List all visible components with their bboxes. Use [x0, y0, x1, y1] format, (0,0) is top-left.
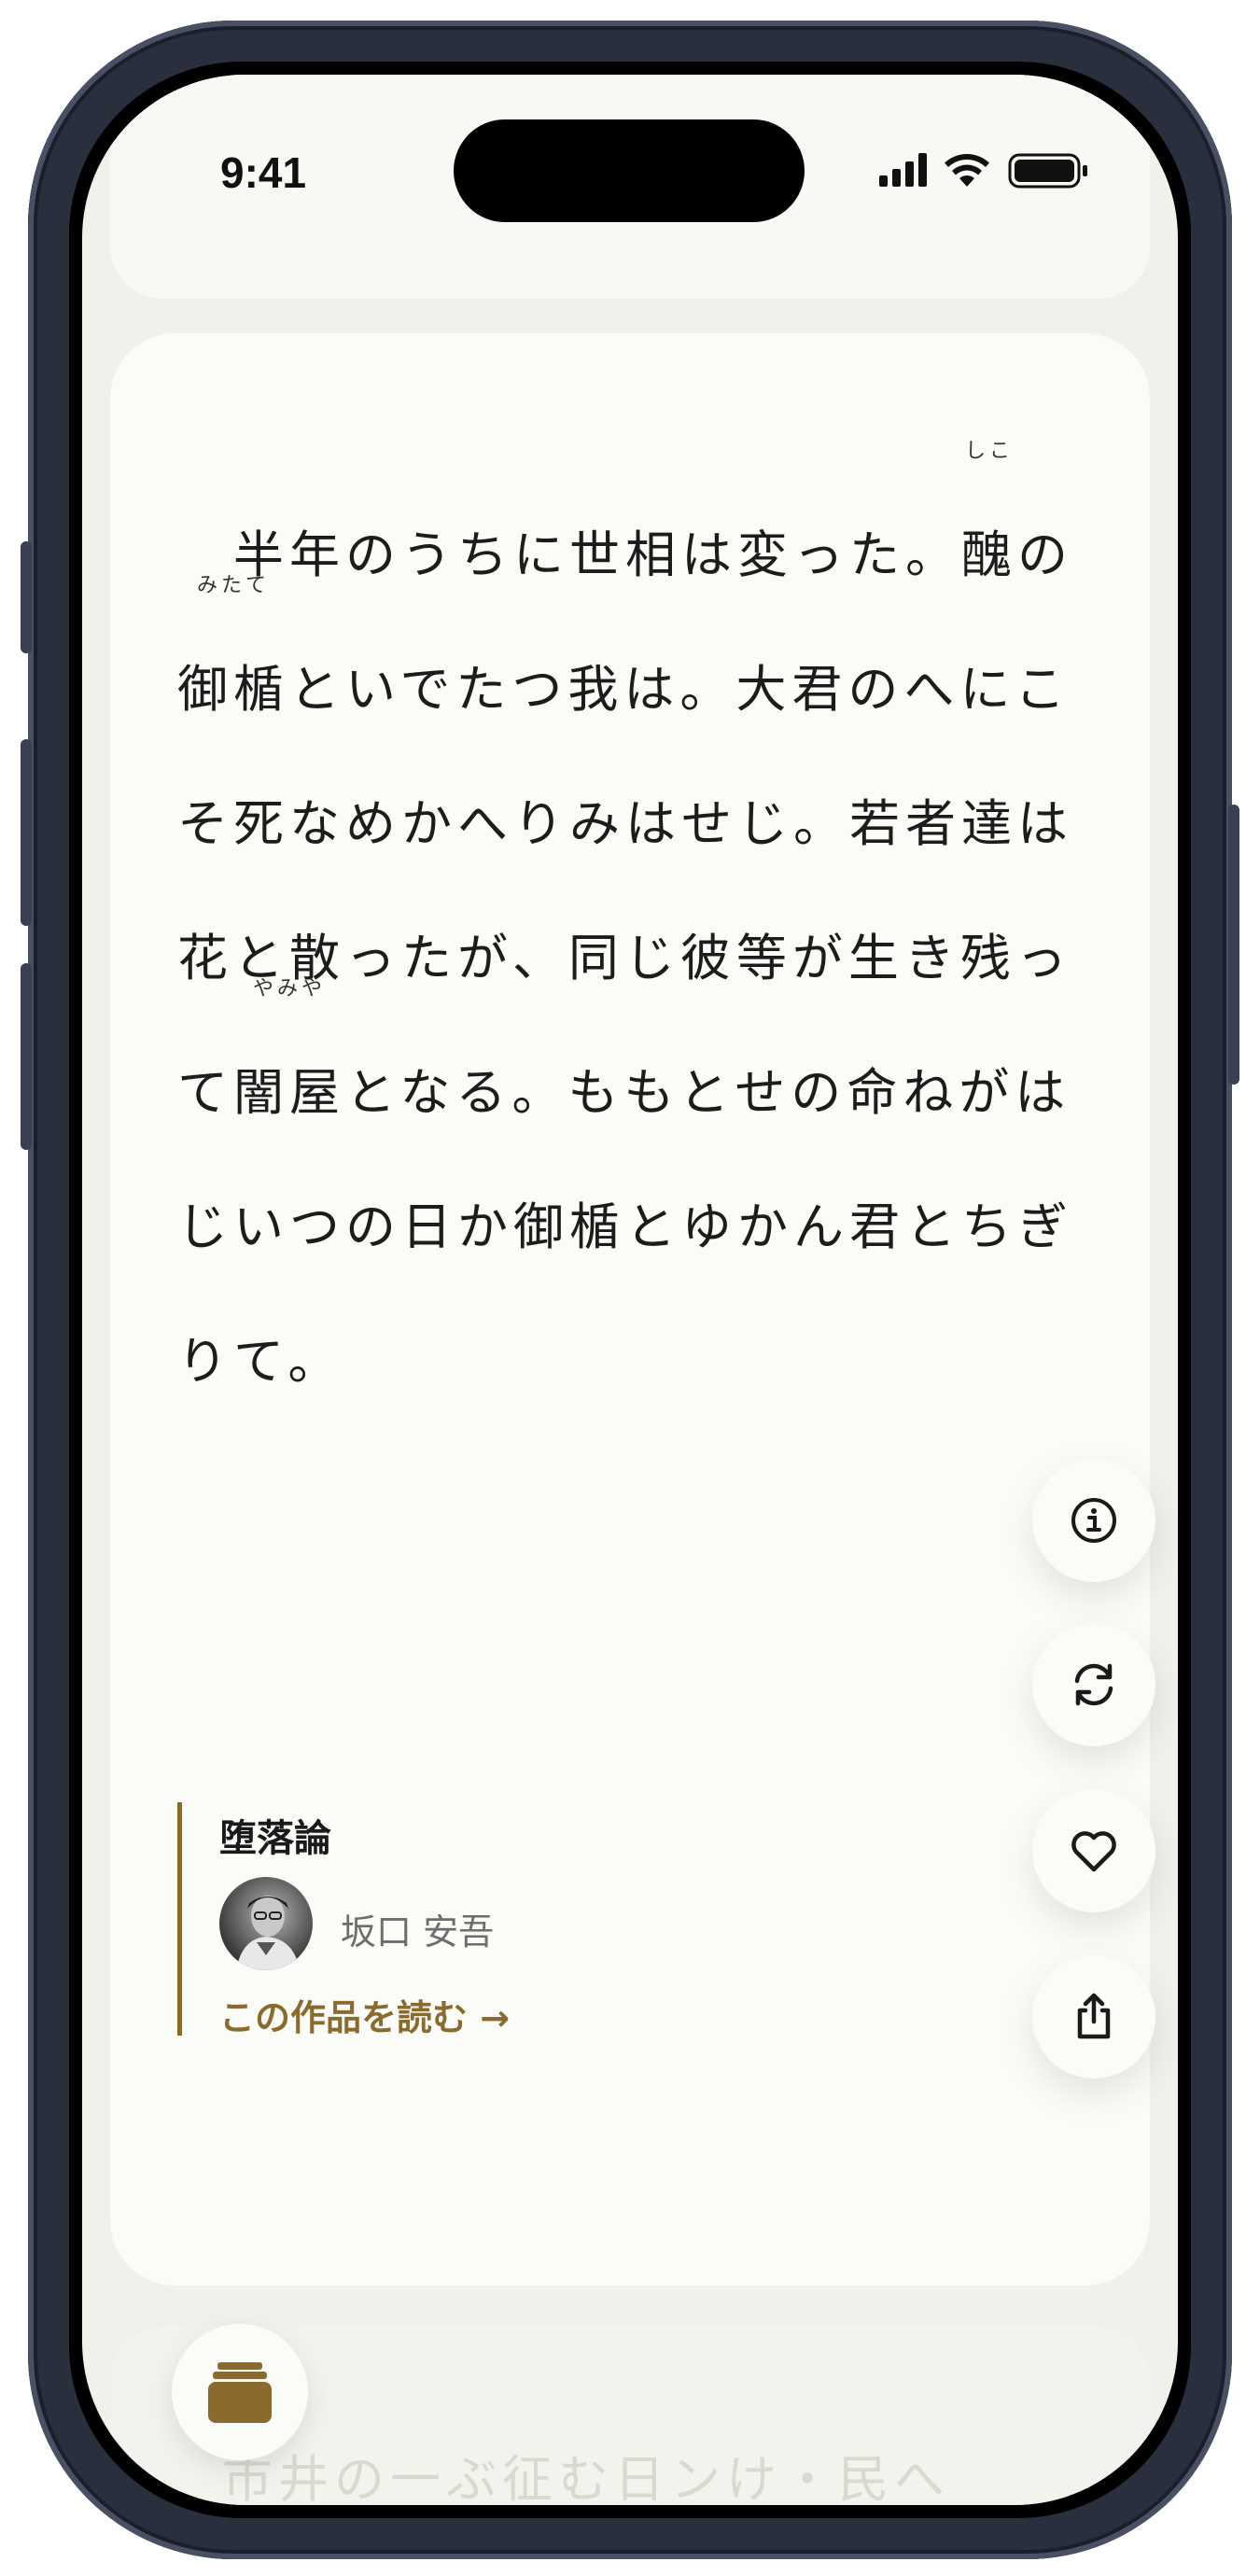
power-button	[1228, 805, 1239, 1085]
status-icons	[879, 153, 1087, 189]
phone-frame: 9:41 半年のうちに世相は変った。 しこ 醜の みたて 御楯といでたつ我は。大…	[21, 21, 1239, 2559]
favorite-button[interactable]	[1032, 1789, 1155, 1912]
furigana: みたて	[196, 574, 270, 597]
furigana: やみや	[252, 977, 326, 1001]
author-portrait	[236, 1896, 300, 1970]
info-button[interactable]	[1032, 1459, 1155, 1582]
volume-down-button	[21, 963, 32, 1150]
library-button[interactable]	[172, 2324, 308, 2460]
author-avatar[interactable]	[219, 1877, 313, 1970]
share-icon	[1077, 1993, 1111, 2039]
screen: 9:41 半年のうちに世相は変った。 しこ 醜の みたて 御楯といでたつ我は。大…	[82, 75, 1178, 2505]
battery-icon	[1008, 153, 1087, 189]
quote-line: 半年のうちに世相は変った。 しこ 醜の	[177, 440, 1073, 584]
wifi-icon	[945, 153, 989, 187]
stack-icon	[208, 2362, 272, 2423]
work-attribution: 堕落論 坂口 安吾 この作品を読む →	[177, 1802, 574, 2038]
quote-line: みたて 御楯といでたつ我は。大君のへにこ	[177, 574, 1071, 719]
info-icon	[1071, 1498, 1116, 1543]
quote-line: 花と散ったが、同じ彼等が生き残っ	[177, 929, 1072, 987]
refresh-icon	[1074, 1663, 1113, 1706]
author-name[interactable]: 坂口 安吾	[341, 1903, 494, 1954]
status-time: 9:41	[220, 148, 307, 197]
quote-line: てやみや 闇屋となる。ももとせの命ねがは	[177, 977, 1071, 1122]
quote-line: りて。	[177, 1332, 344, 1391]
share-button[interactable]	[1032, 1955, 1155, 2079]
read-work-link[interactable]: この作品を読む →	[219, 1989, 510, 2040]
quote-card[interactable]: 半年のうちに世相は変った。 しこ 醜の みたて 御楯といでたつ我は。大君のへにこ そ死…	[110, 333, 1155, 2286]
work-title: 堕落論	[219, 1817, 331, 1860]
heart-icon	[1071, 1831, 1116, 1872]
next-quote-preview: 市井の一ぶ征む日ンけ・民へ	[222, 2450, 950, 2505]
refresh-button[interactable]	[1032, 1623, 1155, 1746]
dynamic-island	[454, 119, 805, 222]
furigana: しこ	[964, 440, 1014, 463]
quote-line: そ死なめかへりみはせじ。若者達は	[177, 794, 1073, 853]
cellular-signal-icon	[879, 153, 927, 187]
action-button	[21, 541, 32, 653]
volume-up-button	[21, 739, 32, 926]
quote-line: じいつの日か御楯とゆかん君とちぎ	[177, 1197, 1073, 1256]
quote-text: 半年のうちに世相は変った。 しこ 醜の みたて 御楯といでたつ我は。大君のへにこ そ死…	[177, 440, 1111, 1429]
